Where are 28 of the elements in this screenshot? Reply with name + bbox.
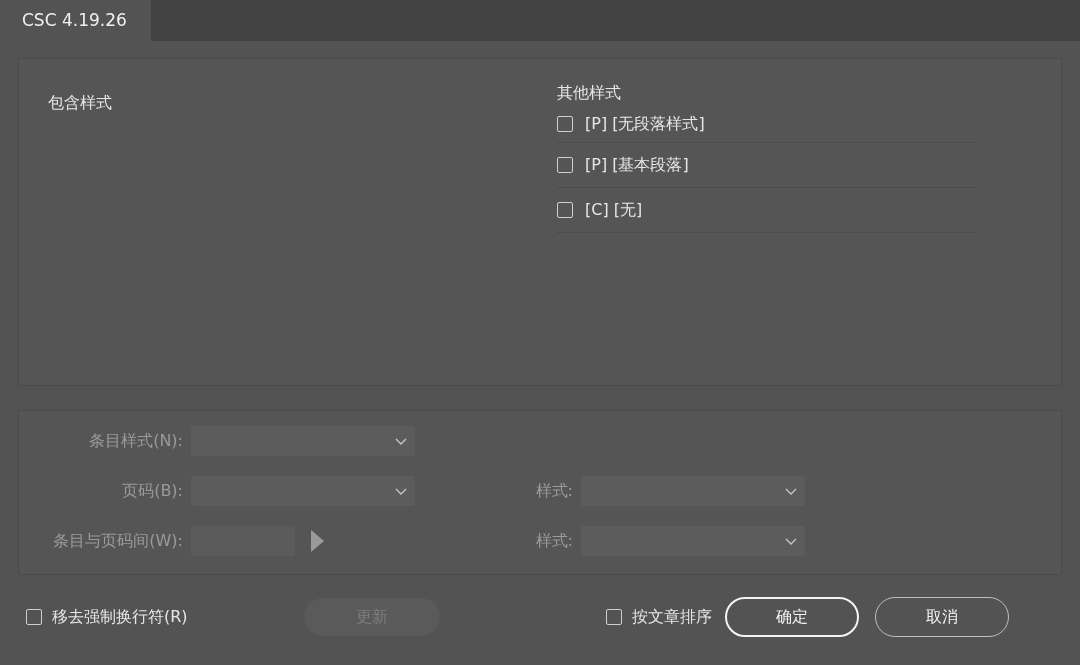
ok-button[interactable]: 确定 bbox=[724, 597, 859, 637]
style-label: [C] [无] bbox=[585, 199, 643, 221]
checkbox[interactable] bbox=[557, 157, 573, 173]
dropdown-field[interactable] bbox=[191, 426, 415, 456]
chevron-icon bbox=[395, 487, 407, 495]
dropdown-field[interactable] bbox=[581, 476, 805, 506]
checkbox-label: 移去强制换行符(R) bbox=[52, 606, 188, 628]
style-label: [P] [无段落样式] bbox=[585, 112, 705, 135]
dropdown-field[interactable] bbox=[191, 476, 415, 506]
section-heading: 其他样式 bbox=[557, 82, 622, 104]
checkbox[interactable] bbox=[557, 115, 573, 132]
field-label: 样式: bbox=[534, 480, 573, 502]
dropdown-field[interactable] bbox=[581, 526, 805, 556]
field-label: 条目与页码间(W): bbox=[52, 530, 183, 552]
chevron-icon bbox=[785, 537, 797, 545]
window-tab[interactable]: CSC 4.19.26 bbox=[0, 0, 151, 41]
checkbox[interactable] bbox=[26, 609, 42, 625]
field-label: 页码(B): bbox=[121, 480, 183, 502]
chevron-icon bbox=[785, 487, 797, 495]
checkbox[interactable] bbox=[605, 609, 622, 625]
checkbox-label: 按文章排序 bbox=[631, 606, 712, 628]
checkbox[interactable] bbox=[557, 202, 573, 218]
field-label: 条目样式(N): bbox=[88, 430, 183, 452]
style-label: [P] [基本段落] bbox=[585, 154, 689, 176]
field-label: 样式: bbox=[534, 530, 573, 552]
section-heading: 包含样式 bbox=[48, 93, 112, 112]
chevron-icon bbox=[395, 437, 407, 445]
triangle-menu-icon[interactable] bbox=[311, 530, 324, 552]
